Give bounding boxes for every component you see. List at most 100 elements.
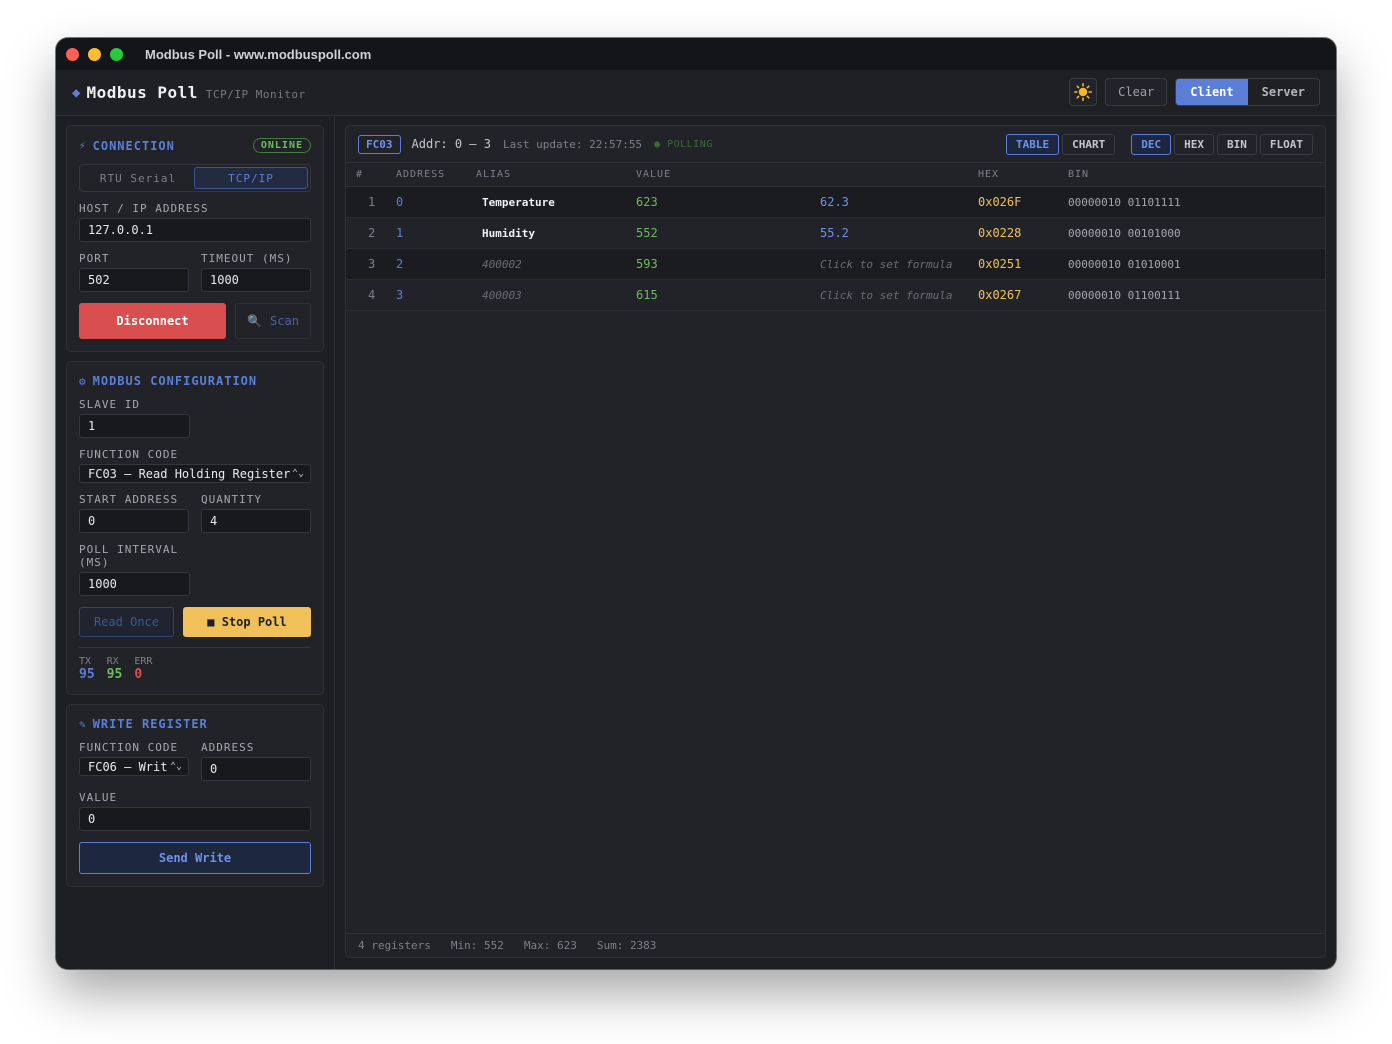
write-address-input[interactable]: 0 — [201, 757, 311, 781]
summary-footer: 4 registers Min: 552 Max: 623 Sum: 2383 — [346, 933, 1325, 957]
row-alias[interactable]: Temperature — [482, 196, 555, 209]
row-value: 615 — [636, 288, 658, 302]
diamond-icon: ◆ — [72, 84, 81, 101]
row-value: 623 — [636, 195, 658, 209]
row-number: 1 — [368, 195, 376, 209]
rtu-serial-tab[interactable]: RTU Serial — [82, 167, 194, 189]
function-code-select[interactable]: FC03 — Read Holding Register ⌃⌄ — [79, 464, 311, 483]
row-address: 2 — [396, 257, 404, 271]
table-row[interactable]: 4 3 400003 615 Click to set formula 0x02… — [346, 280, 1325, 311]
host-label: HOST / IP ADDRESS — [79, 202, 209, 215]
write-value-input[interactable]: 0 — [79, 807, 311, 831]
row-hex: 0x0267 — [978, 288, 1022, 302]
select-arrows-icon: ⌃⌄ — [169, 761, 182, 772]
row-formula[interactable]: Click to set formula — [820, 289, 952, 302]
function-code-value: FC03 — Read Holding Register — [88, 466, 291, 481]
col-num: # — [356, 169, 364, 180]
clear-button[interactable]: Clear — [1105, 78, 1168, 106]
format-float-button[interactable]: FLOAT — [1259, 133, 1313, 155]
write-title: WRITE REGISTER — [92, 717, 208, 731]
poll-interval-unit: (MS) — [79, 556, 110, 569]
gear-icon: ⚙ — [79, 374, 87, 388]
timeout-input[interactable]: 1000 — [201, 268, 311, 292]
maximize-window-button[interactable] — [110, 47, 123, 61]
table-row[interactable]: 1 0 Temperature 623 62.3 0x026F 00000010… — [346, 187, 1325, 218]
tx-count: 95 — [79, 667, 95, 682]
row-hex: 0x026F — [978, 195, 1022, 209]
row-number: 2 — [368, 226, 376, 240]
max-value: Max: 623 — [523, 939, 577, 952]
format-hex-button[interactable]: HEX — [1174, 133, 1214, 155]
pencil-icon: ✎ — [79, 717, 87, 731]
connection-panel: ⚡ CONNECTION ONLINE RTU Serial TCP/IP HO… — [66, 125, 324, 352]
host-input[interactable]: 127.0.0.1 — [79, 218, 311, 242]
tx-label: TX — [79, 656, 92, 667]
table-header: # ADDRESS ALIAS VALUE HEX BIN — [346, 163, 1325, 187]
row-alias[interactable]: Humidity — [482, 227, 535, 240]
row-bin: 00000010 01100111 — [1068, 288, 1181, 302]
format-bin-button[interactable]: BIN — [1217, 133, 1257, 155]
row-hex: 0x0228 — [978, 226, 1022, 240]
quantity-label: QUANTITY — [201, 493, 262, 506]
start-address-input[interactable]: 0 — [79, 509, 189, 533]
register-toolbar: FC03 Addr: 0 — 3 Last update: 22:57:55 ●… — [346, 126, 1325, 163]
window-title: Modbus Poll - www.modbuspoll.com — [145, 46, 372, 62]
select-arrows-icon: ⌃⌄ — [291, 468, 304, 479]
slave-id-label: SLAVE ID — [79, 398, 140, 411]
start-address-label: START ADDRESS — [79, 493, 179, 506]
slave-id-input[interactable]: 1 — [79, 414, 190, 438]
row-formula[interactable]: Click to set formula — [820, 258, 952, 271]
function-code-badge: FC03 — [358, 134, 401, 154]
client-tab[interactable]: Client — [1176, 79, 1248, 105]
write-function-value: FC06 — Writ — [88, 759, 168, 774]
timeout-label: TIMEOUT (MS) — [201, 252, 293, 265]
search-icon: 🔍 — [247, 314, 263, 328]
theme-toggle-button[interactable] — [1069, 78, 1098, 106]
port-input[interactable]: 502 — [79, 268, 189, 292]
sum-value: Sum: 2383 — [596, 939, 657, 952]
row-number: 4 — [368, 288, 376, 302]
write-address-label: ADDRESS — [201, 741, 255, 754]
disconnect-button[interactable]: Disconnect — [79, 303, 226, 339]
connection-title: CONNECTION — [92, 138, 175, 153]
format-dec-button[interactable]: DEC — [1131, 133, 1172, 155]
scan-button[interactable]: 🔍 Scan — [235, 303, 311, 339]
row-address: 1 — [396, 226, 404, 240]
min-value: Min: 552 — [450, 939, 504, 952]
row-alias[interactable]: 400002 — [482, 258, 522, 271]
config-title: MODBUS CONFIGURATION — [92, 374, 258, 388]
err-count: 0 — [134, 667, 143, 682]
row-address: 3 — [396, 288, 404, 302]
main-area: FC03 Addr: 0 — 3 Last update: 22:57:55 ●… — [335, 116, 1336, 969]
row-bin: 00000010 00101000 — [1068, 226, 1181, 240]
write-value-label: VALUE — [79, 791, 118, 804]
row-formula[interactable]: 62.3 — [820, 195, 849, 209]
row-alias[interactable]: 400003 — [482, 289, 522, 302]
col-bin: BIN — [1068, 169, 1090, 180]
col-value: VALUE — [636, 169, 672, 180]
table-row[interactable]: 3 2 400002 593 Click to set formula 0x02… — [346, 249, 1325, 280]
row-bin: 00000010 01101111 — [1068, 195, 1181, 209]
minimize-window-button[interactable] — [88, 47, 101, 61]
stop-poll-button[interactable]: ■ Stop Poll — [183, 607, 311, 637]
mode-switch: Client Server — [1175, 78, 1320, 106]
row-formula[interactable]: 55.2 — [820, 226, 849, 240]
send-write-button[interactable]: Send Write — [79, 842, 311, 874]
function-code-label: FUNCTION CODE — [79, 448, 179, 461]
lightning-icon: ⚡ — [79, 139, 87, 152]
poll-interval-input[interactable]: 1000 — [79, 572, 190, 596]
col-address: ADDRESS — [396, 169, 446, 180]
table-row[interactable]: 2 1 Humidity 552 55.2 0x0228 00000010 00… — [346, 218, 1325, 249]
register-count: 4 registers — [358, 939, 431, 952]
view-chart-button[interactable]: CHART — [1062, 133, 1116, 155]
row-value: 593 — [636, 257, 658, 271]
server-tab[interactable]: Server — [1248, 79, 1319, 105]
app-window: Modbus Poll - www.modbuspoll.com ◆ Modbu… — [56, 38, 1336, 969]
read-once-button[interactable]: Read Once — [79, 607, 174, 637]
poll-interval-label: POLL INTERVAL — [79, 543, 179, 556]
write-function-select[interactable]: FC06 — Writ ⌃⌄ — [79, 757, 189, 776]
quantity-input[interactable]: 4 — [201, 509, 311, 533]
tcp-ip-tab[interactable]: TCP/IP — [194, 167, 308, 189]
close-window-button[interactable] — [66, 47, 79, 61]
view-table-button[interactable]: TABLE — [1006, 133, 1060, 155]
